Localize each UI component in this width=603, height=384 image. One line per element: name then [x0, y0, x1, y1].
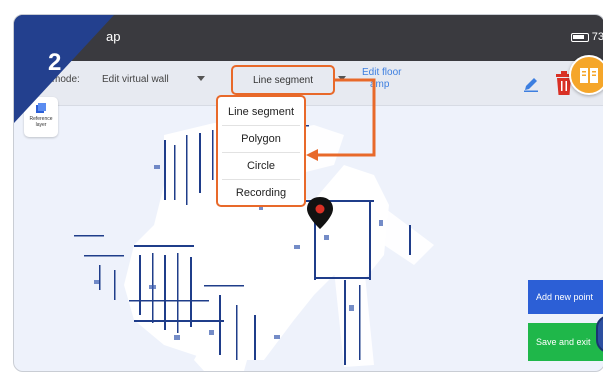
add-new-point-button[interactable]: Add new point [528, 280, 603, 314]
step-number: 2 [48, 49, 62, 76]
save-and-exit-button[interactable]: Save and exit [528, 323, 603, 361]
dropdown-option-circle[interactable]: Circle [222, 153, 300, 180]
dropdown-option-recording[interactable]: Recording [222, 180, 300, 206]
app-frame: ap 73 mode: Edit virtual wall Line segme… [13, 14, 603, 372]
dropdown-option-polygon[interactable]: Polygon [222, 126, 300, 153]
shape-dropdown-menu: Line segment Polygon Circle Recording [216, 95, 306, 207]
dropdown-option-line-segment[interactable]: Line segment [222, 99, 300, 126]
step-badge [14, 15, 114, 123]
